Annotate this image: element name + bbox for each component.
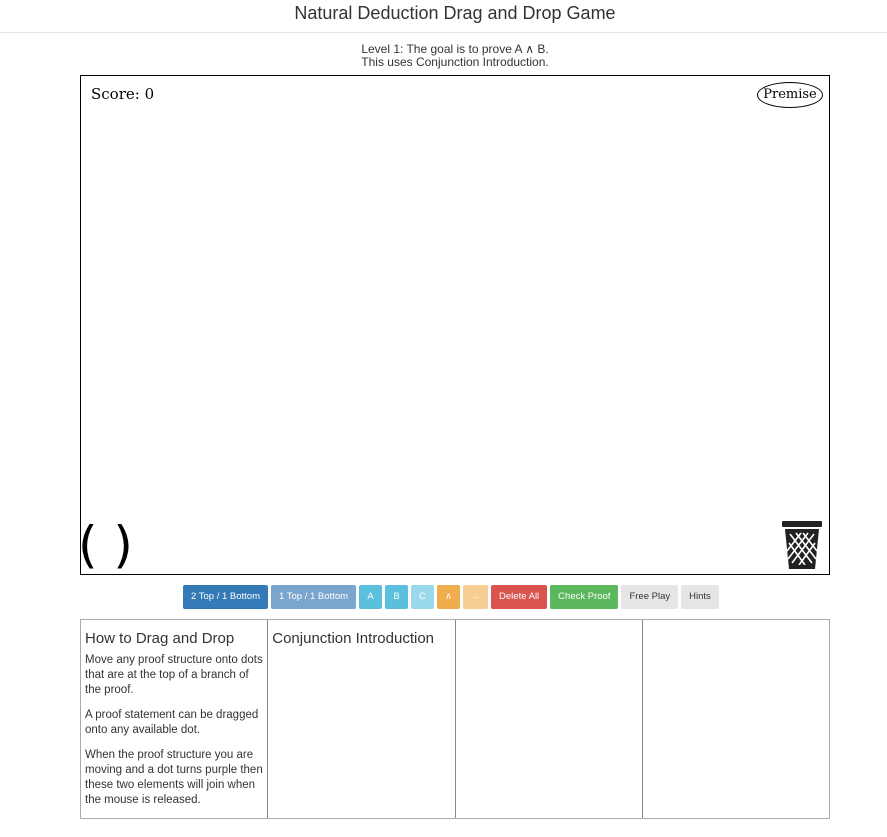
and-operator-button[interactable]: ∧ — [437, 585, 461, 609]
empty-panel — [643, 620, 829, 818]
level-goal: Level 1: The goal is to prove A ∧ B. Thi… — [0, 43, 887, 69]
atom-c-button[interactable]: C — [411, 585, 435, 609]
info-panels: How to Drag and Drop Move any proof stru… — [80, 619, 830, 819]
two-top-one-bottom-button[interactable]: 2 Top / 1 Bottom — [183, 585, 269, 609]
premise-token[interactable]: Premise — [757, 82, 823, 108]
goal-line-2: This uses Conjunction Introduction. — [361, 55, 549, 69]
one-top-one-bottom-button[interactable]: 1 Top / 1 Bottom — [271, 585, 357, 609]
how-to-paragraph: When the proof structure you are moving … — [85, 749, 263, 806]
parentheses-tool[interactable]: ( ) — [78, 516, 133, 574]
trash-can-graphic — [782, 521, 822, 569]
how-to-title: How to Drag and Drop — [85, 630, 235, 647]
how-to-paragraph: A proof statement can be dragged onto an… — [85, 709, 259, 736]
implies-operator-button[interactable]: → — [463, 585, 489, 609]
rule-title: Conjunction Introduction — [272, 630, 435, 647]
atom-b-button[interactable]: B — [385, 585, 409, 609]
free-play-button[interactable]: Free Play — [621, 585, 679, 609]
trash-icon[interactable] — [781, 521, 823, 571]
atom-a-button[interactable]: A — [359, 585, 383, 609]
delete-all-button[interactable]: Delete All — [491, 585, 548, 609]
rule-panel: Conjunction Introduction — [268, 620, 456, 818]
how-to-paragraph: Move any proof structure onto dots that … — [85, 654, 263, 696]
toolbar: 2 Top / 1 Bottom 1 Top / 1 Bottom A B C … — [183, 585, 719, 609]
hints-button[interactable]: Hints — [681, 585, 719, 609]
how-to-panel: How to Drag and Drop Move any proof stru… — [81, 620, 269, 818]
page-title: Natural Deduction Drag and Drop Game — [294, 3, 616, 23]
empty-panel — [456, 620, 643, 818]
check-proof-button[interactable]: Check Proof — [550, 585, 619, 609]
score-display: Score: 0 — [91, 85, 155, 103]
proof-board[interactable]: Score: 0 Premise ( ) — [78, 75, 830, 575]
